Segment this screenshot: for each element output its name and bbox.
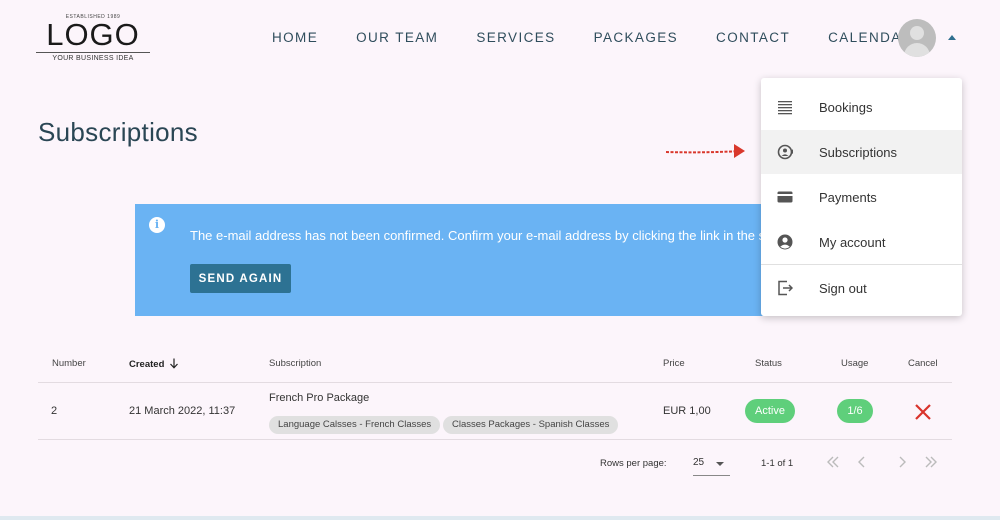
subscription-icon	[777, 144, 793, 160]
logo-tagline: YOUR BUSINESS IDEA	[52, 55, 134, 62]
menu-item-my-account[interactable]: My account	[761, 220, 962, 264]
menu-item-label: Sign out	[819, 280, 867, 296]
header-price: Price	[663, 358, 685, 369]
table-header-divider	[38, 382, 952, 383]
user-avatar[interactable]	[898, 19, 936, 57]
avatar-head	[910, 26, 924, 40]
cancel-x-icon[interactable]	[913, 402, 933, 422]
next-page-icon[interactable]	[895, 455, 909, 469]
cell-price: EUR 1,00	[663, 405, 711, 417]
rows-per-page-select[interactable]: 25	[693, 452, 730, 476]
nav-contact[interactable]: CONTACT	[716, 30, 790, 46]
header-subscription: Subscription	[269, 358, 322, 369]
logo-word: LOGO	[46, 17, 140, 52]
table-row-divider	[38, 439, 952, 440]
header-created-label: Created	[129, 359, 165, 370]
menu-item-bookings[interactable]: Bookings	[761, 85, 962, 129]
sign-out-icon	[778, 280, 793, 296]
header-number: Number	[52, 358, 86, 369]
menu-item-payments[interactable]: Payments	[761, 175, 962, 219]
rows-per-page-label: Rows per page:	[600, 458, 667, 469]
subscription-tag: Language Calsses - French Classes	[269, 416, 441, 434]
page-title: Subscriptions	[38, 117, 198, 147]
header-cancel: Cancel	[908, 358, 938, 369]
annotation-arrow	[665, 144, 745, 158]
menu-item-label: Bookings	[819, 99, 873, 115]
menu-item-sign-out[interactable]: Sign out	[761, 266, 962, 310]
cell-number: 2	[51, 405, 58, 417]
menu-item-subscriptions[interactable]: Subscriptions	[761, 130, 962, 174]
caret-up-icon[interactable]	[948, 35, 956, 40]
list-icon	[778, 101, 792, 115]
menu-divider	[761, 264, 962, 265]
nav-services[interactable]: SERVICES	[476, 30, 555, 46]
rows-per-page-value: 25	[693, 457, 705, 468]
logo[interactable]: ESTABLISHED 1989 LOGO YOUR BUSINESS IDEA	[36, 14, 150, 64]
header-status: Status	[755, 358, 782, 369]
credit-card-icon	[777, 191, 793, 203]
send-again-button[interactable]: SEND AGAIN	[190, 264, 291, 293]
menu-item-label: My account	[819, 234, 886, 250]
nav-home[interactable]: HOME	[272, 30, 318, 46]
pagination-range: 1-1 of 1	[761, 458, 794, 469]
nav-our-team[interactable]: OUR TEAM	[356, 30, 438, 46]
subscription-tag: Classes Packages - Spanish Classes	[443, 416, 619, 434]
nav-packages[interactable]: PACKAGES	[594, 30, 678, 46]
alert-message: The e-mail address has not been confirme…	[190, 228, 773, 243]
last-page-icon[interactable]	[924, 455, 938, 469]
header-usage: Usage	[841, 358, 869, 369]
first-page-icon[interactable]	[826, 455, 840, 469]
sort-arrow-down-icon	[170, 358, 178, 369]
dropdown-arrow-icon	[716, 462, 724, 466]
header-created[interactable]: Created	[129, 358, 179, 370]
bottom-edge-bar	[0, 516, 1000, 520]
menu-item-label: Payments	[819, 189, 877, 205]
usage-badge: 1/6	[837, 399, 873, 423]
cell-subscription-name: French Pro Package	[269, 392, 370, 404]
avatar-body	[904, 43, 930, 57]
cell-created: 21 March 2022, 11:37	[129, 405, 236, 417]
logo-bottom-rule	[36, 52, 150, 53]
email-confirmation-alert: i The e-mail address has not been confir…	[135, 204, 835, 316]
account-circle-icon	[777, 234, 793, 250]
menu-item-label: Subscriptions	[819, 144, 898, 160]
main-nav: HOME OUR TEAM SERVICES PACKAGES CONTACT …	[272, 30, 913, 46]
account-menu: Bookings Subscriptions Payments My accou…	[761, 78, 962, 316]
info-icon: i	[149, 217, 165, 233]
prev-page-icon[interactable]	[855, 455, 869, 469]
status-badge: Active	[745, 399, 795, 423]
